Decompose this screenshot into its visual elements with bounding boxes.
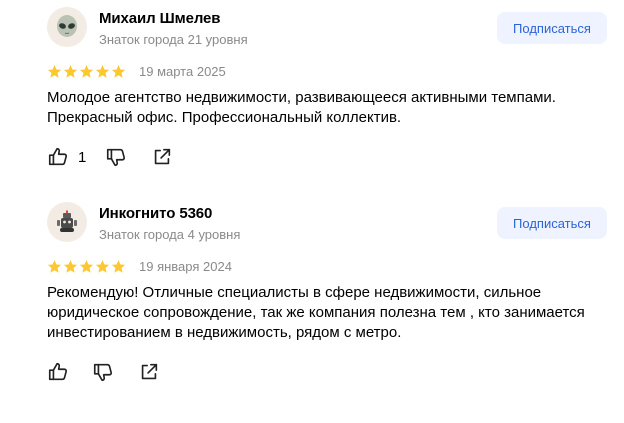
- thumbs-up-icon: [48, 362, 68, 381]
- like-count: 1: [78, 148, 87, 166]
- author-level: Знаток города 21 уровня: [99, 32, 248, 47]
- thumbs-down-icon: [93, 363, 113, 382]
- star-icon: [63, 260, 78, 273]
- author-level: Знаток города 4 уровня: [99, 227, 241, 242]
- alien-icon: [57, 15, 77, 37]
- author-name[interactable]: Михаил Шмелев: [99, 10, 221, 27]
- star-icon: [47, 65, 62, 78]
- review-card: Инкогнито 5360 Знаток города 4 уровня По…: [0, 195, 624, 395]
- star-icon: [79, 65, 94, 78]
- robot-icon: [57, 210, 77, 232]
- dislike-button[interactable]: [105, 145, 127, 169]
- rating-stars: [47, 64, 126, 79]
- star-icon: [95, 260, 110, 273]
- star-icon: [111, 65, 126, 78]
- avatar[interactable]: [47, 7, 87, 47]
- review-actions: 1: [47, 145, 187, 169]
- share-icon: [141, 363, 158, 380]
- review-text: Молодое агентство недвижимости, развиваю…: [47, 89, 556, 126]
- review-date: 19 марта 2025: [139, 64, 226, 79]
- subscribe-button[interactable]: Подписаться: [497, 12, 607, 44]
- avatar[interactable]: [47, 202, 87, 242]
- star-icon: [95, 65, 110, 78]
- share-button[interactable]: [138, 360, 160, 384]
- like-button[interactable]: 1: [47, 145, 86, 169]
- like-button[interactable]: [47, 360, 78, 384]
- review-card: Михаил Шмелев Знаток города 21 уровня По…: [0, 0, 624, 190]
- subscribe-button[interactable]: Подписаться: [497, 207, 607, 239]
- review-actions: [47, 360, 187, 384]
- star-icon: [79, 260, 94, 273]
- review-date: 19 января 2024: [139, 259, 232, 274]
- dislike-button[interactable]: [92, 360, 114, 384]
- star-icon: [111, 260, 126, 273]
- rating-stars: [47, 259, 126, 274]
- review-text: Рекомендую! Отличные специалисты в сфере…: [47, 284, 585, 341]
- share-icon: [154, 148, 171, 165]
- thumbs-down-icon: [106, 148, 126, 167]
- star-icon: [63, 65, 78, 78]
- share-button[interactable]: [151, 145, 173, 169]
- thumbs-up-icon: [48, 147, 68, 166]
- star-icon: [47, 260, 62, 273]
- author-name[interactable]: Инкогнито 5360: [99, 205, 212, 222]
